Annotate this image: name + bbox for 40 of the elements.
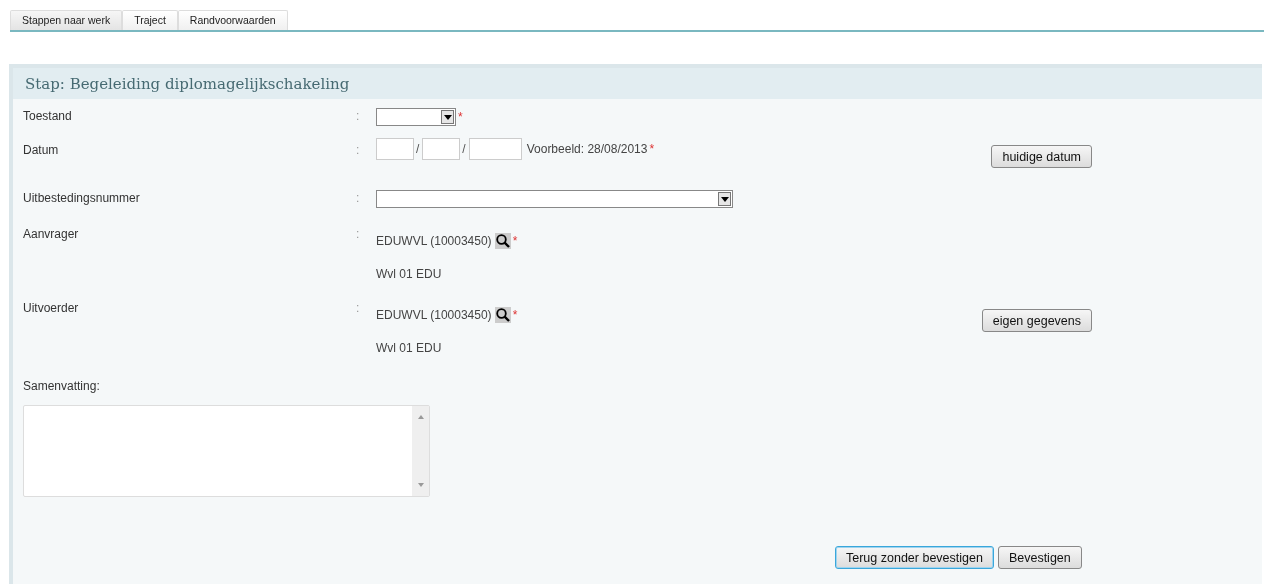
colon: : xyxy=(356,190,361,205)
panel-title: Stap: Begeleiding diplomagelijkschakeling xyxy=(13,68,1262,99)
required-mark: * xyxy=(649,142,655,156)
date-separator: / xyxy=(416,142,420,156)
required-mark: * xyxy=(458,110,463,124)
colon: : xyxy=(356,226,361,241)
scroll-up-icon[interactable] xyxy=(417,415,424,419)
colon: : xyxy=(356,108,361,123)
search-icon[interactable] xyxy=(494,233,511,249)
action-button[interactable]: Terug zonder bevestigen xyxy=(835,546,994,569)
summary-field[interactable] xyxy=(23,405,430,497)
person-value: EDUWVL (10003450) xyxy=(376,234,492,248)
year-field[interactable] xyxy=(468,138,522,160)
day-field[interactable] xyxy=(376,138,414,160)
required-mark: * xyxy=(512,308,518,322)
colon: : xyxy=(356,300,361,315)
tab[interactable]: Stappen naar werk xyxy=(10,10,123,30)
scroll-down-icon[interactable] xyxy=(417,483,424,487)
side-button[interactable]: eigen gegevens xyxy=(981,309,1092,332)
field-label: Uitvoerder xyxy=(23,300,80,315)
tab[interactable]: Randvoorwaarden xyxy=(177,10,288,30)
person-detail: Wvl 01 EDU xyxy=(376,341,443,355)
required-mark: * xyxy=(512,234,518,248)
tab[interactable]: Traject xyxy=(122,10,178,30)
scrollbar[interactable] xyxy=(412,406,429,496)
colon: : xyxy=(356,142,361,157)
date-separator: / xyxy=(462,142,466,156)
side-button[interactable]: huidige datum xyxy=(991,145,1092,168)
field-label: Datum xyxy=(23,142,60,157)
person-value: EDUWVL (10003450) xyxy=(376,308,492,322)
field-label: Aanvrager xyxy=(23,226,80,241)
summary-label: Samenvatting: xyxy=(23,379,101,393)
search-icon[interactable] xyxy=(494,307,511,323)
field-label: Uitbestedingsnummer xyxy=(23,190,141,205)
dropdown[interactable] xyxy=(376,108,456,126)
date-hint: Voorbeeld: 28/08/2013 xyxy=(526,142,648,156)
person-detail: Wvl 01 EDU xyxy=(376,267,443,281)
field-label: Toestand xyxy=(23,108,73,123)
action-button[interactable]: Bevestigen xyxy=(997,546,1082,569)
month-field[interactable] xyxy=(422,138,461,160)
